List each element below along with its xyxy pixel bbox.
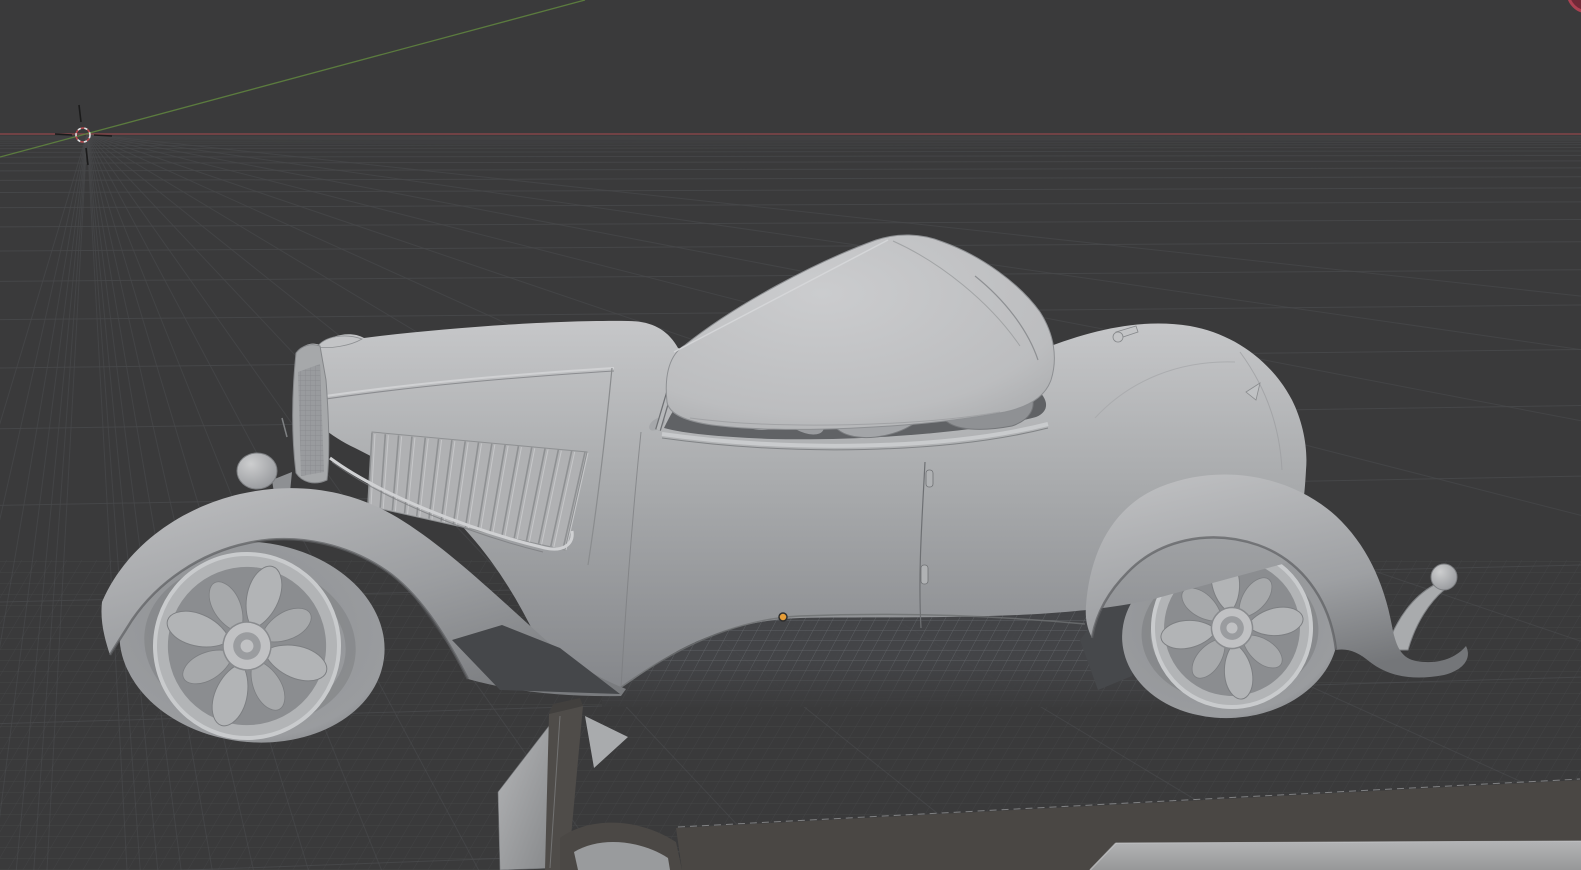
- grille-mesh: [298, 364, 324, 476]
- viewport-canvas[interactable]: [0, 0, 1581, 870]
- door-hinge-top: [926, 470, 933, 487]
- blender-3d-viewport[interactable]: [0, 0, 1581, 870]
- object-origin-dot: [779, 613, 787, 621]
- slab-light-top: [1090, 841, 1581, 870]
- door-hinge-bottom: [921, 565, 928, 584]
- taillight-bulb: [1431, 564, 1457, 590]
